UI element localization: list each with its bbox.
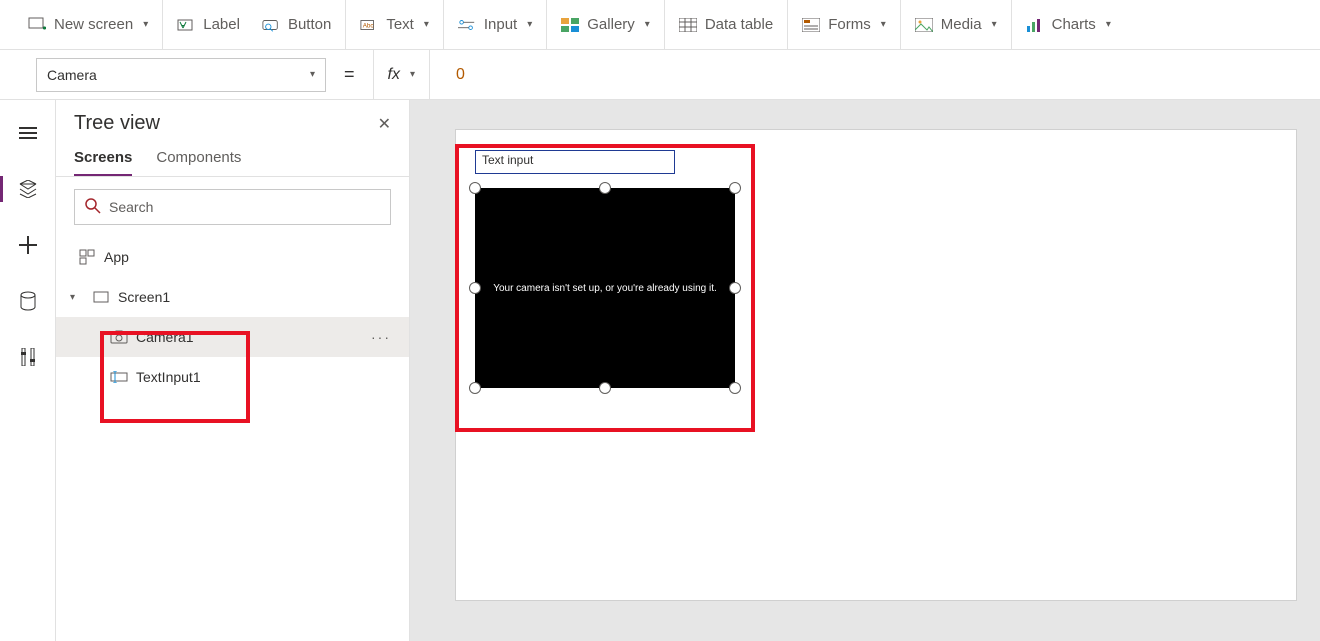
chevron-down-icon[interactable]: ▾ [70, 292, 84, 303]
data-table-button[interactable]: Data table [665, 0, 788, 49]
label-button[interactable]: Label [177, 16, 240, 34]
text-button[interactable]: Abc Text ▾ [346, 0, 444, 49]
hamburger-button[interactable] [8, 118, 48, 148]
insert-rail-button[interactable] [8, 230, 48, 260]
screen1-label: Screen1 [118, 289, 170, 305]
new-screen-button[interactable]: New screen ▾ [14, 0, 163, 49]
forms-button[interactable]: Forms ▾ [788, 0, 901, 49]
charts-label: Charts [1052, 16, 1096, 33]
search-input[interactable]: Search [74, 189, 391, 225]
chevron-down-icon: ▾ [881, 19, 886, 30]
button-button[interactable]: Button [262, 16, 331, 34]
canvas-camera-control[interactable]: Your camera isn't set up, or you're alre… [475, 188, 735, 388]
tab-screens[interactable]: Screens [74, 149, 132, 176]
selection-handle[interactable] [599, 382, 611, 394]
search-placeholder: Search [109, 199, 153, 215]
tree-panel: Tree view ✕ Screens Components Search Ap… [56, 100, 410, 641]
canvas-textinput-control[interactable]: Text input [475, 150, 675, 174]
new-screen-icon [28, 16, 46, 34]
left-rail [0, 100, 56, 641]
selection-handle[interactable] [469, 382, 481, 394]
ribbon-insert-labelbutton: Label Button [163, 0, 346, 49]
property-name: Camera [47, 67, 97, 83]
gallery-button[interactable]: Gallery ▾ [547, 0, 665, 49]
selection-handle[interactable] [469, 182, 481, 194]
label-icon [177, 16, 195, 34]
chevron-down-icon: ▾ [410, 69, 415, 80]
button-icon [262, 16, 280, 34]
charts-button[interactable]: Charts ▾ [1012, 0, 1125, 49]
tree-search-row: Search [56, 177, 409, 237]
data-table-icon [679, 16, 697, 34]
button-text: Button [288, 16, 331, 33]
fx-label: fx [388, 66, 400, 84]
forms-icon [802, 16, 820, 34]
input-icon [458, 16, 476, 34]
gallery-label: Gallery [587, 16, 635, 33]
tree-tabs: Screens Components [56, 139, 409, 177]
text-input-icon [110, 368, 128, 386]
label-text: Label [203, 16, 240, 33]
media-label: Media [941, 16, 982, 33]
forms-label: Forms [828, 16, 871, 33]
property-selector[interactable]: Camera ▾ [36, 58, 326, 92]
selection-handle[interactable] [729, 182, 741, 194]
tools-rail-button[interactable] [8, 342, 48, 372]
ribbon-toolbar: New screen ▾ Label Button Abc Text ▾ Inp… [0, 0, 1320, 50]
fx-button[interactable]: fx ▾ [373, 50, 430, 100]
chevron-down-icon: ▾ [424, 19, 429, 30]
chevron-down-icon: ▾ [1106, 19, 1111, 30]
selection-handle[interactable] [729, 382, 741, 394]
tree-row-camera1[interactable]: Camera1 ··· [56, 317, 409, 357]
tree-row-textinput1[interactable]: TextInput1 [56, 357, 409, 397]
formula-bar: Camera ▾ = fx ▾ 0 [0, 50, 1320, 100]
chevron-down-icon: ▾ [992, 19, 997, 30]
new-screen-label: New screen [54, 16, 133, 33]
equals-sign: = [338, 64, 361, 85]
media-icon [915, 16, 933, 34]
canvas-area[interactable]: Text input Your camera isn't set up, or … [410, 100, 1320, 641]
text-icon: Abc [360, 16, 378, 34]
app-icon [78, 248, 96, 266]
tree-row-screen1[interactable]: ▾ Screen1 [56, 277, 409, 317]
charts-icon [1026, 16, 1044, 34]
selection-handle[interactable] [469, 282, 481, 294]
tree-row-app[interactable]: App [56, 237, 409, 277]
input-label: Input [484, 16, 517, 33]
tree-header: Tree view ✕ [56, 100, 409, 139]
data-rail-button[interactable] [8, 286, 48, 316]
tree-view-rail-button[interactable] [8, 174, 48, 204]
camera-icon [110, 328, 128, 346]
chevron-down-icon: ▾ [645, 19, 650, 30]
tree-body: App ▾ Screen1 Camera1 ··· TextI [56, 237, 409, 641]
canvas-screen[interactable]: Text input Your camera isn't set up, or … [456, 130, 1296, 600]
input-button[interactable]: Input ▾ [444, 0, 547, 49]
selection-handle[interactable] [729, 282, 741, 294]
search-icon [85, 198, 101, 217]
textinput1-label: TextInput1 [136, 369, 201, 385]
app-label: App [104, 249, 129, 265]
gallery-icon [561, 16, 579, 34]
media-button[interactable]: Media ▾ [901, 0, 1012, 49]
tab-components[interactable]: Components [156, 149, 241, 176]
camera-error-message: Your camera isn't set up, or you're alre… [493, 283, 717, 294]
chevron-down-icon: ▾ [143, 19, 148, 30]
text-label: Text [386, 16, 414, 33]
data-table-label: Data table [705, 16, 773, 33]
screen-icon [92, 288, 110, 306]
tree-title: Tree view [74, 112, 160, 135]
main-area: Tree view ✕ Screens Components Search Ap… [0, 100, 1320, 641]
chevron-down-icon: ▾ [310, 69, 315, 80]
svg-text:Abc: Abc [363, 22, 374, 29]
chevron-down-icon: ▾ [527, 19, 532, 30]
more-actions[interactable]: ··· [371, 329, 391, 345]
camera1-label: Camera1 [136, 329, 194, 345]
selection-handle[interactable] [599, 182, 611, 194]
formula-value[interactable]: 0 [442, 66, 465, 84]
close-icon[interactable]: ✕ [378, 114, 391, 134]
